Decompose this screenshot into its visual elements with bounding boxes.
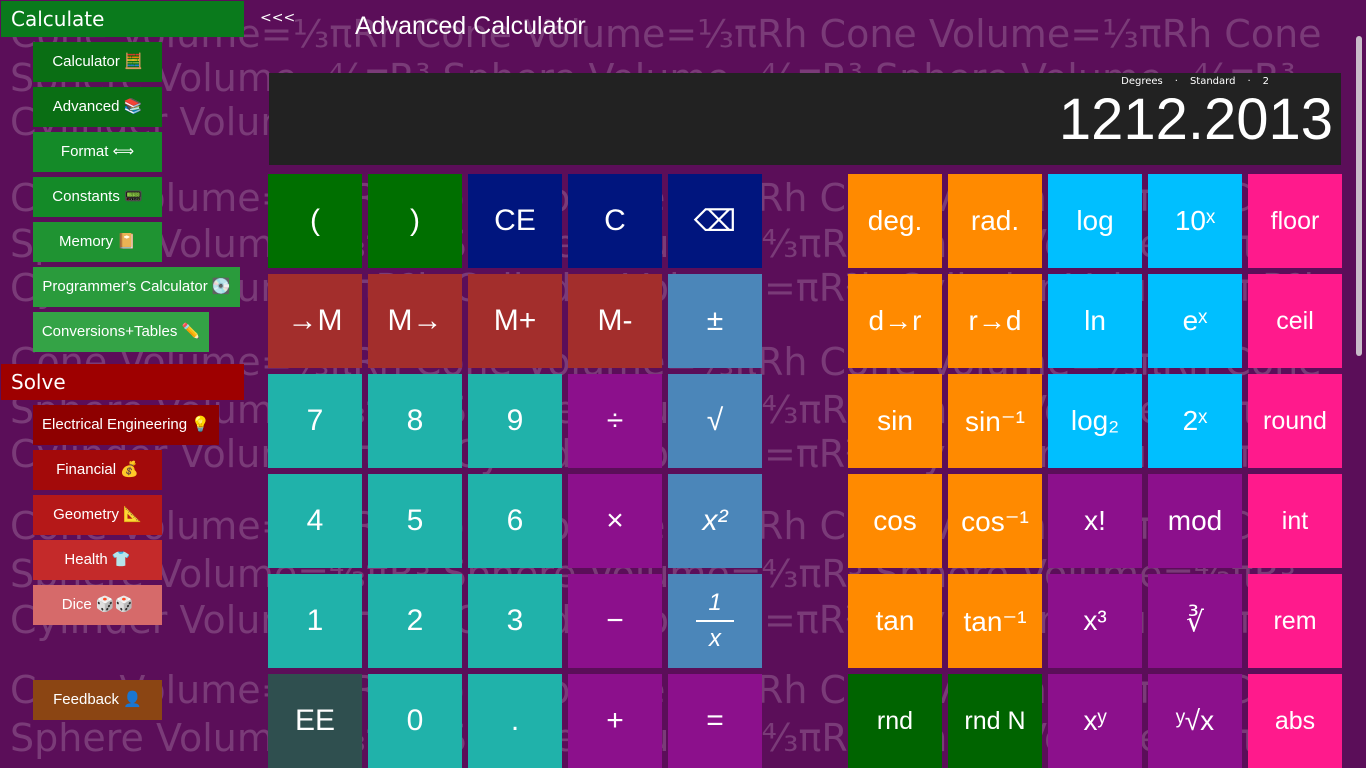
key-ten-power[interactable]: 10ˣ bbox=[1148, 174, 1242, 268]
nav-geometry-button[interactable]: Geometry 📐 bbox=[33, 495, 162, 535]
key-degrees[interactable]: deg. bbox=[848, 174, 942, 268]
nav-memory-button[interactable]: Memory 📔 bbox=[33, 222, 162, 262]
key-2[interactable]: 2 bbox=[368, 574, 462, 668]
key-decimal[interactable]: . bbox=[468, 674, 562, 768]
key-close-paren[interactable]: ) bbox=[368, 174, 462, 268]
calculate-header[interactable]: Calculate bbox=[1, 1, 244, 37]
key-exponent-entry[interactable]: EE bbox=[268, 674, 362, 768]
key-floor[interactable]: floor bbox=[1248, 174, 1342, 268]
key-7[interactable]: 7 bbox=[268, 374, 362, 468]
key-cube[interactable]: x³ bbox=[1048, 574, 1142, 668]
key-ceil[interactable]: ceil bbox=[1248, 274, 1342, 368]
key-log[interactable]: log bbox=[1048, 174, 1142, 268]
key-rem[interactable]: rem bbox=[1248, 574, 1342, 668]
key-9[interactable]: 9 bbox=[468, 374, 562, 468]
key-power[interactable]: xʸ bbox=[1048, 674, 1142, 768]
key-3[interactable]: 3 bbox=[468, 574, 562, 668]
fraction-denominator: x bbox=[709, 625, 721, 652]
nav-electrical-engineering-button[interactable]: Electrical Engineering 💡 bbox=[33, 405, 219, 445]
key-equals[interactable]: = bbox=[668, 674, 762, 768]
key-multiply[interactable]: × bbox=[568, 474, 662, 568]
key-arctan[interactable]: tan⁻¹ bbox=[948, 574, 1042, 668]
fraction-numerator: 1 bbox=[708, 589, 722, 616]
key-square-root[interactable]: √ bbox=[668, 374, 762, 468]
key-memory-add[interactable]: M+ bbox=[468, 274, 562, 368]
key-log2[interactable]: log₂ bbox=[1048, 374, 1142, 468]
display-value: 1212.2013 bbox=[1058, 87, 1333, 152]
key-random[interactable]: rnd bbox=[848, 674, 942, 768]
key-6[interactable]: 6 bbox=[468, 474, 562, 568]
nav-financial-button[interactable]: Financial 💰 bbox=[33, 450, 162, 490]
nav-advanced-button[interactable]: Advanced 📚 bbox=[33, 87, 162, 127]
key-plus-minus[interactable]: ± bbox=[668, 274, 762, 368]
back-button[interactable]: <<< bbox=[260, 10, 295, 26]
key-arccos[interactable]: cos⁻¹ bbox=[948, 474, 1042, 568]
key-memory-store[interactable]: →M bbox=[268, 274, 362, 368]
key-divide[interactable]: ÷ bbox=[568, 374, 662, 468]
nav-health-button[interactable]: Health 👕 bbox=[33, 540, 162, 580]
key-square[interactable]: x² bbox=[668, 474, 762, 568]
nav-constants-button[interactable]: Constants 📟 bbox=[33, 177, 162, 217]
key-sin[interactable]: sin bbox=[848, 374, 942, 468]
key-cos[interactable]: cos bbox=[848, 474, 942, 568]
key-clear-entry[interactable]: CE bbox=[468, 174, 562, 268]
nav-format-button[interactable]: Format ⟺ bbox=[33, 132, 162, 172]
calculator-display: Degrees · Standard · 2 1212.2013 bbox=[269, 73, 1341, 165]
nav-conversions-tables-button[interactable]: Conversions+Tables ✏️ bbox=[33, 312, 209, 352]
key-arcsin[interactable]: sin⁻¹ bbox=[948, 374, 1042, 468]
nav-programmers-calculator-button[interactable]: Programmer's Calculator 💽 bbox=[33, 267, 240, 307]
key-4[interactable]: 4 bbox=[268, 474, 362, 568]
key-1[interactable]: 1 bbox=[268, 574, 362, 668]
page-title: Advanced Calculator bbox=[355, 12, 586, 40]
key-rad-to-deg[interactable]: r→d bbox=[948, 274, 1042, 368]
key-tan[interactable]: tan bbox=[848, 574, 942, 668]
key-add[interactable]: + bbox=[568, 674, 662, 768]
key-ln[interactable]: ln bbox=[1048, 274, 1142, 368]
key-nth-root[interactable]: ʸ√x bbox=[1148, 674, 1242, 768]
key-deg-to-rad[interactable]: d→r bbox=[848, 274, 942, 368]
key-5[interactable]: 5 bbox=[368, 474, 462, 568]
key-clear[interactable]: C bbox=[568, 174, 662, 268]
key-reciprocal[interactable]: 1 x bbox=[668, 574, 762, 668]
key-abs[interactable]: abs bbox=[1248, 674, 1342, 768]
key-memory-subtract[interactable]: M- bbox=[568, 274, 662, 368]
backspace-icon: ⌫ bbox=[693, 204, 737, 238]
fraction-bar bbox=[696, 620, 734, 622]
key-mod[interactable]: mod bbox=[1148, 474, 1242, 568]
nav-calculator-button[interactable]: Calculator 🧮 bbox=[33, 42, 162, 82]
key-int[interactable]: int bbox=[1248, 474, 1342, 568]
nav-dice-button[interactable]: Dice 🎲🎲 bbox=[33, 585, 162, 625]
key-0[interactable]: 0 bbox=[368, 674, 462, 768]
key-random-n[interactable]: rnd N bbox=[948, 674, 1042, 768]
key-two-power[interactable]: 2ˣ bbox=[1148, 374, 1242, 468]
key-e-power[interactable]: eˣ bbox=[1148, 274, 1242, 368]
key-open-paren[interactable]: ( bbox=[268, 174, 362, 268]
feedback-button[interactable]: Feedback 👤 bbox=[33, 680, 162, 720]
key-8[interactable]: 8 bbox=[368, 374, 462, 468]
key-memory-recall[interactable]: M→ bbox=[368, 274, 462, 368]
key-subtract[interactable]: − bbox=[568, 574, 662, 668]
key-backspace[interactable]: ⌫ bbox=[668, 174, 762, 268]
vertical-scrollbar[interactable] bbox=[1356, 36, 1362, 356]
key-factorial[interactable]: x! bbox=[1048, 474, 1142, 568]
key-round[interactable]: round bbox=[1248, 374, 1342, 468]
solve-header[interactable]: Solve bbox=[1, 364, 244, 400]
reciprocal-fraction: 1 x bbox=[696, 590, 734, 652]
key-radians[interactable]: rad. bbox=[948, 174, 1042, 268]
key-cube-root[interactable]: ∛ bbox=[1148, 574, 1242, 668]
